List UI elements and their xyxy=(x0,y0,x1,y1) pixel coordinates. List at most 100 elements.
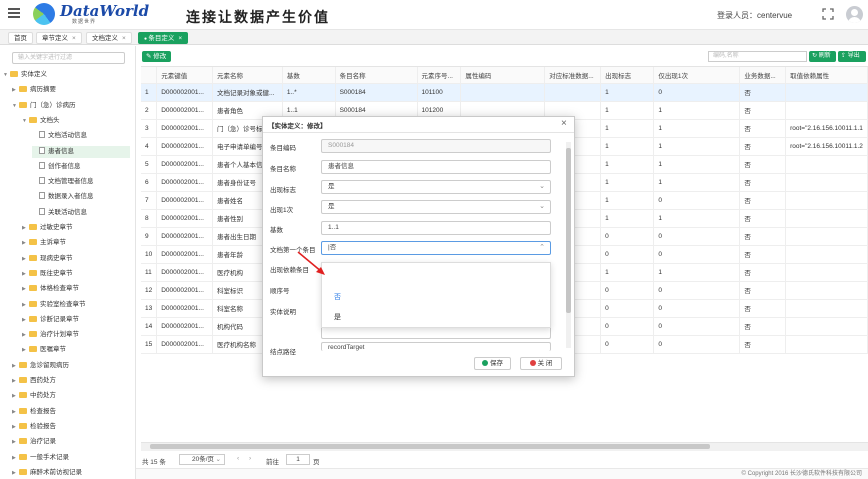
close-button[interactable]: 关 闭 xyxy=(520,357,562,370)
tree-item[interactable]: ▼ 文档头 xyxy=(22,115,130,127)
caret-right-icon[interactable]: ▶ xyxy=(22,268,29,280)
refresh-button[interactable]: ↻ 刷新 xyxy=(809,51,836,62)
edit-button[interactable]: ✎ 修改 xyxy=(142,51,171,62)
close-tab-icon[interactable]: × xyxy=(178,35,182,42)
tree-item[interactable]: 文档活动信息 xyxy=(32,130,130,142)
table-cell xyxy=(785,281,868,300)
caret-right-icon[interactable]: ▶ xyxy=(12,436,19,448)
tree-filter-input[interactable]: 输入关键字进行过滤 xyxy=(12,52,125,64)
close-tab-icon[interactable]: × xyxy=(72,35,76,42)
caret-right-icon[interactable]: ▶ xyxy=(12,360,19,372)
tree-item[interactable]: ▶ 麻醉术前访视记录 xyxy=(12,467,130,479)
caret-right-icon[interactable]: ▶ xyxy=(12,467,19,479)
tree-item[interactable]: ▶ 检验报告 xyxy=(12,421,130,433)
avatar[interactable] xyxy=(846,6,863,23)
code-name-search-input[interactable]: 编码,名称 xyxy=(708,51,807,62)
item-name-field[interactable]: 患者信息 xyxy=(321,160,551,174)
table-cell xyxy=(460,83,546,102)
column-header[interactable]: 元素键值 xyxy=(156,67,214,84)
tree-item[interactable]: ▶ 检查报告 xyxy=(12,406,130,418)
page-size-select[interactable]: 20条/页 ⌄ xyxy=(179,454,225,465)
caret-right-icon[interactable]: ▶ xyxy=(22,299,29,311)
caret-right-icon[interactable]: ▶ xyxy=(12,406,19,418)
tree-item[interactable]: ▶ 一般手术记录 xyxy=(12,452,130,464)
dropdown-option-no[interactable]: 否 xyxy=(334,292,341,302)
tree-item[interactable]: ▶ 中药处方 xyxy=(12,390,130,402)
tree-item[interactable]: ▶ 西药处方 xyxy=(12,375,130,387)
tree-item[interactable]: 文档管理者信息 xyxy=(32,176,130,188)
caret-down-icon[interactable]: ▼ xyxy=(12,100,19,112)
caret-right-icon[interactable]: ▶ xyxy=(22,222,29,234)
dialog-scrollbar-thumb[interactable] xyxy=(566,148,571,313)
column-header[interactable]: 取值依赖属性 xyxy=(785,67,868,84)
tree-item[interactable]: ▶ 既往史章节 xyxy=(22,268,130,280)
caret-right-icon[interactable]: ▶ xyxy=(22,329,29,341)
tree-item[interactable]: ▶ 实验室检查章节 xyxy=(22,299,130,311)
caret-right-icon[interactable]: ▶ xyxy=(12,84,19,96)
next-page-icon[interactable]: › xyxy=(249,455,251,462)
refresh-icon: ↻ xyxy=(812,53,819,59)
caret-down-icon[interactable]: ▼ xyxy=(3,69,10,81)
first-item-select[interactable]: |否 ⌃ xyxy=(321,241,551,255)
tree-item[interactable]: 关联活动信息 xyxy=(32,207,130,219)
save-button[interactable]: 保存 xyxy=(474,357,511,370)
column-header[interactable]: 基数 xyxy=(282,67,336,84)
hamburger-menu-icon[interactable] xyxy=(8,8,20,18)
tree-item[interactable]: ▶ 诊断记录章节 xyxy=(22,314,130,326)
caret-right-icon[interactable]: ▶ xyxy=(12,375,19,387)
tree-item[interactable]: ▶ 急诊留观病历 xyxy=(12,360,130,372)
appear-once-select[interactable]: 是 ⌄ xyxy=(321,200,551,214)
table-cell: 1 xyxy=(653,155,741,174)
caret-right-icon[interactable]: ▶ xyxy=(22,283,29,295)
tree-item[interactable]: ▶ 主诉章节 xyxy=(22,237,130,249)
cardinality-field[interactable]: 1..1 xyxy=(321,221,551,235)
horizontal-scrollbar-thumb[interactable] xyxy=(150,444,710,449)
caret-right-icon[interactable]: ▶ xyxy=(22,237,29,249)
tab-section-def[interactable]: 章节定义 × xyxy=(36,32,82,44)
caret-right-icon[interactable]: ▶ xyxy=(22,253,29,265)
table-row[interactable]: 1 D000002001... 文档记录对象或健... 1..* S000184 1011… xyxy=(141,83,868,102)
prev-page-icon[interactable]: ‹ xyxy=(237,455,239,462)
tree-item[interactable]: ▶ 病历摘要 xyxy=(12,84,130,96)
page-input[interactable]: 1 xyxy=(286,454,310,465)
tree-item[interactable]: ▶ 过敏史章节 xyxy=(22,222,130,234)
tree-item[interactable]: ▶ 现病史章节 xyxy=(22,253,130,265)
tree-item[interactable]: 创作者信息 xyxy=(32,161,130,173)
column-header[interactable]: 元素名称 xyxy=(212,67,283,84)
node-path-field[interactable]: recordTarget xyxy=(321,342,551,351)
caret-right-icon[interactable]: ▶ xyxy=(22,344,29,356)
caret-right-icon[interactable]: ▶ xyxy=(12,390,19,402)
caret-right-icon[interactable]: ▶ xyxy=(22,314,29,326)
tree-item[interactable]: ▼ 实体定义 xyxy=(3,69,130,81)
column-header[interactable]: 对应标准数据... xyxy=(544,67,602,84)
tab-item-def[interactable]: ● 条目定义 × xyxy=(138,32,189,44)
caret-right-icon[interactable]: ▶ xyxy=(12,421,19,433)
caret-right-icon[interactable]: ▶ xyxy=(12,452,19,464)
export-button[interactable]: ⇪ 导出 xyxy=(838,51,866,62)
tree-item[interactable]: ▶ 治疗记录 xyxy=(12,436,130,448)
tree-item[interactable]: ▶ 体格检查章节 xyxy=(22,283,130,295)
caret-down-icon[interactable]: ▼ xyxy=(22,115,29,127)
column-header[interactable]: 业务数据... xyxy=(739,67,787,84)
file-icon xyxy=(39,131,45,139)
tree-item[interactable]: 数据录入者信息 xyxy=(32,191,130,203)
table-cell: 0 xyxy=(600,317,655,336)
column-header[interactable]: 元素序号... xyxy=(417,67,462,84)
item-code-field[interactable]: S000184 xyxy=(321,139,551,153)
fullscreen-icon[interactable] xyxy=(822,8,834,20)
tree-item[interactable]: 患者信息 xyxy=(32,145,130,158)
column-header[interactable]: 出现标志 xyxy=(600,67,655,84)
column-header[interactable] xyxy=(141,67,158,84)
appear-flag-select[interactable]: 是 ⌄ xyxy=(321,180,551,194)
tree-item[interactable]: ▶ 医嘱章节 xyxy=(22,344,130,356)
tree-item[interactable]: ▶ 治疗计划章节 xyxy=(22,329,130,341)
tab-home[interactable]: 首页 xyxy=(8,32,33,44)
close-icon[interactable]: × xyxy=(561,118,567,129)
column-header[interactable]: 仅出现1次 xyxy=(653,67,741,84)
tab-document-def[interactable]: 文档定义 × xyxy=(86,32,132,44)
dropdown-option-yes[interactable]: 是 xyxy=(334,312,341,322)
tree-item[interactable]: ▼ 门（急）诊病历 xyxy=(12,100,130,112)
column-header[interactable]: 属性编码 xyxy=(460,67,546,84)
close-tab-icon[interactable]: × xyxy=(122,35,126,42)
column-header[interactable]: 条目名称 xyxy=(335,67,418,84)
